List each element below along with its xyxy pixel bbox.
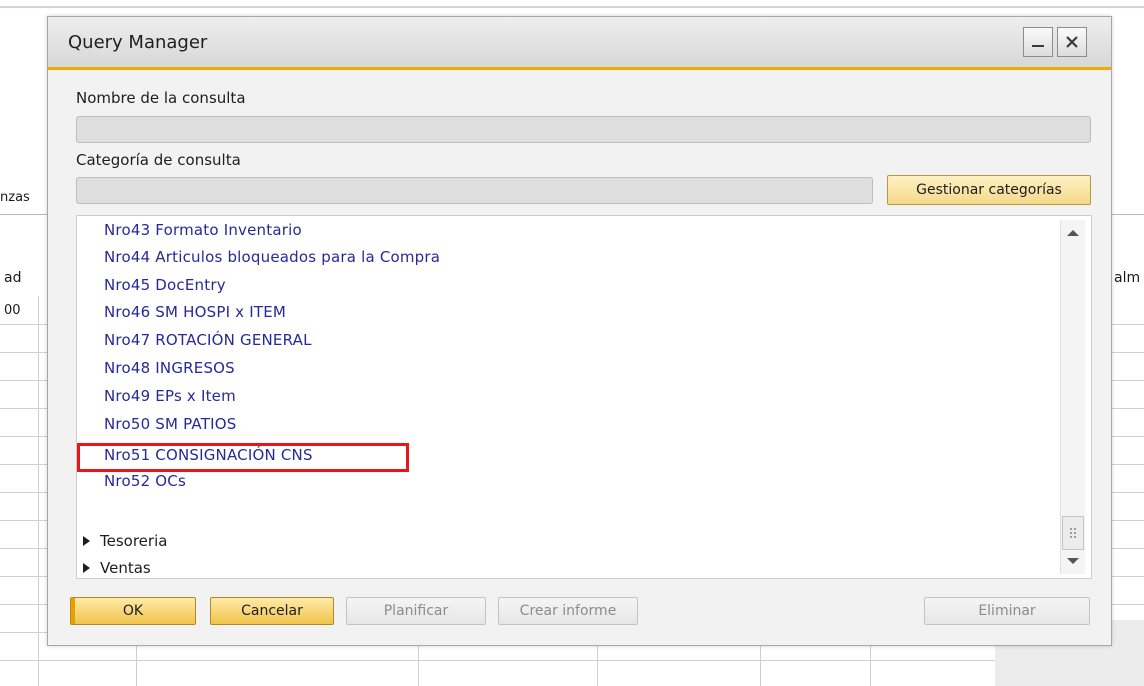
expand-arrow-icon — [83, 563, 90, 573]
scroll-down-icon — [1067, 558, 1079, 564]
minimize-button[interactable] — [1023, 27, 1053, 57]
query-name-input[interactable] — [76, 116, 1091, 143]
query-item[interactable]: Nro47 ROTACIÓN GENERAL — [104, 331, 312, 349]
expand-arrow-icon — [83, 536, 90, 546]
scroll-up-button[interactable] — [1065, 226, 1081, 240]
background-header-line — [0, 214, 47, 215]
scroll-down-button[interactable] — [1065, 554, 1081, 568]
query-item[interactable]: Nro49 EPs x Item — [104, 387, 236, 405]
query-item[interactable]: Nro46 SM HOSPI x ITEM — [104, 303, 286, 321]
query-item[interactable]: Nro50 SM PATIOS — [104, 415, 236, 433]
category-label: Tesoreria — [100, 532, 168, 550]
background-column-fragment: ad — [4, 270, 22, 286]
dialog-title: Query Manager — [68, 32, 208, 53]
category-ventas[interactable]: Ventas — [83, 557, 151, 578]
query-list[interactable]: Nro43 Formato Inventario Nro44 Articulos… — [76, 215, 1092, 579]
category-tesoreria[interactable]: Tesoreria — [83, 530, 167, 552]
list-scrollbar[interactable] — [1060, 220, 1085, 574]
create-report-button[interactable]: Crear informe — [498, 597, 638, 625]
background-header-line-right — [1110, 214, 1144, 215]
titlebar-accent-bar — [48, 67, 1111, 70]
manage-categories-button[interactable]: Gestionar categorías — [887, 175, 1091, 205]
query-item[interactable]: Nro43 Formato Inventario — [104, 221, 302, 239]
background-top-line — [0, 6, 1144, 8]
close-icon — [1066, 36, 1078, 48]
close-button[interactable] — [1057, 27, 1087, 57]
scroll-thumb[interactable] — [1062, 516, 1084, 550]
background-column-fragment-right: alm — [1114, 270, 1141, 286]
scroll-up-icon — [1067, 230, 1079, 236]
category-label: Ventas — [100, 559, 151, 577]
query-manager-dialog: Query Manager Nombre de la consulta Cate… — [47, 16, 1112, 646]
highlight-box — [77, 443, 409, 472]
delete-button[interactable]: Eliminar — [924, 597, 1090, 625]
dialog-titlebar[interactable]: Query Manager — [48, 17, 1111, 67]
query-name-label: Nombre de la consulta — [76, 89, 246, 107]
ok-button[interactable]: OK — [70, 597, 196, 625]
minimize-icon — [1032, 45, 1044, 47]
query-item[interactable]: Nro45 DocEntry — [104, 276, 226, 294]
query-category-input[interactable] — [76, 177, 873, 204]
query-category-label: Categoría de consulta — [76, 151, 241, 169]
grip-icon — [1069, 527, 1077, 539]
plan-button[interactable]: Planificar — [346, 597, 486, 625]
background-tab-fragment: nzas — [0, 190, 30, 205]
query-item[interactable]: Nro48 INGRESOS — [104, 359, 235, 377]
query-item[interactable]: Nro44 Articulos bloqueados para la Compr… — [104, 248, 440, 266]
cancel-button[interactable]: Cancelar — [210, 597, 334, 625]
query-item[interactable]: Nro52 OCs — [104, 472, 186, 490]
